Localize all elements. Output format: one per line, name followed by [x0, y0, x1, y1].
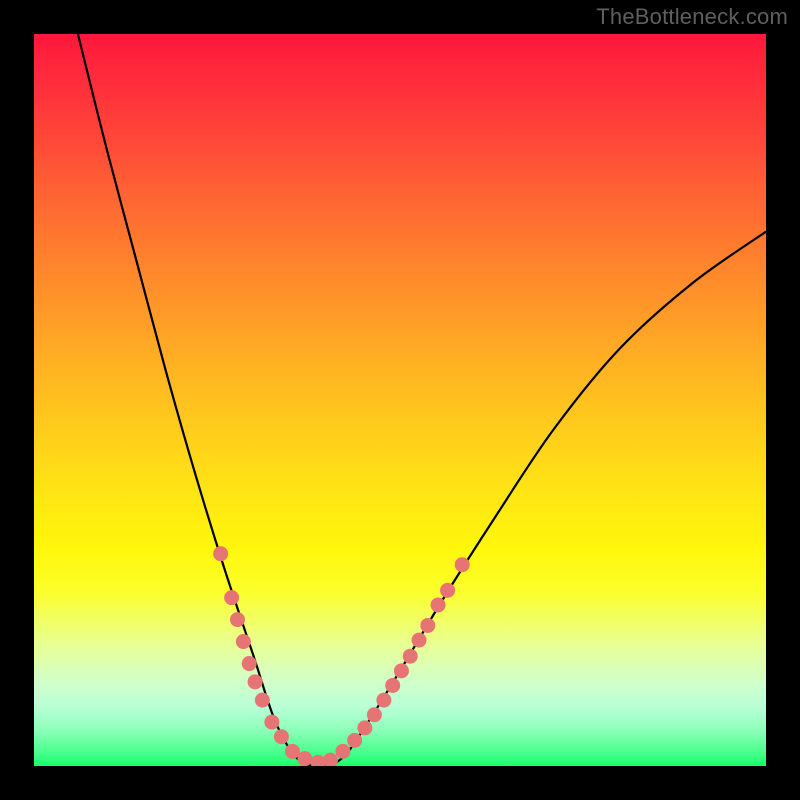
marker-dot [242, 656, 257, 671]
marker-dot [431, 597, 446, 612]
marker-dot [357, 720, 372, 735]
marker-dots-group [213, 546, 470, 766]
marker-dot [367, 707, 382, 722]
marker-dot [455, 557, 470, 572]
marker-dot [274, 729, 289, 744]
marker-dot [224, 590, 239, 605]
marker-dot [213, 546, 228, 561]
marker-dot [420, 618, 435, 633]
marker-dot [335, 744, 350, 759]
marker-dot [264, 715, 279, 730]
marker-dot [376, 693, 391, 708]
marker-dot [440, 583, 455, 598]
marker-dot [403, 649, 418, 664]
plot-area [34, 34, 766, 766]
marker-dot [385, 678, 400, 693]
bottleneck-curve [78, 34, 766, 766]
watermark-text: TheBottleneck.com [596, 4, 788, 30]
marker-dot [297, 751, 312, 766]
marker-dot [323, 753, 338, 766]
marker-dot [412, 633, 427, 648]
marker-dot [394, 663, 409, 678]
marker-dot [230, 612, 245, 627]
chart-frame: TheBottleneck.com [0, 0, 800, 800]
marker-dot [236, 634, 251, 649]
marker-dot [248, 674, 263, 689]
marker-dot [255, 693, 270, 708]
marker-dot [347, 733, 362, 748]
curve-layer [34, 34, 766, 766]
